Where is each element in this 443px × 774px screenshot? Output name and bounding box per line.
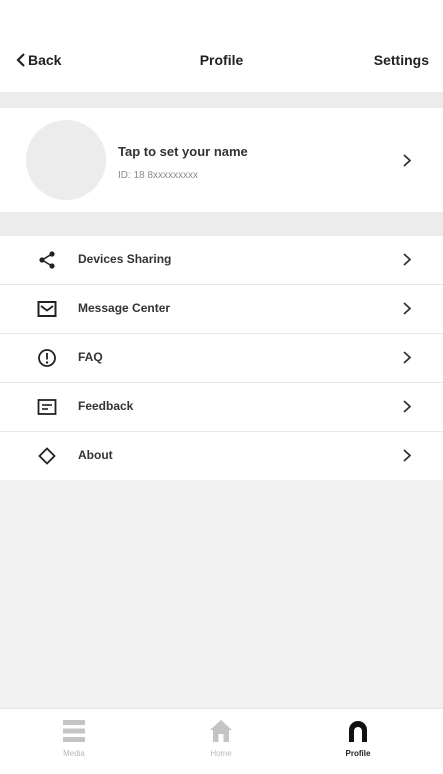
tab-media[interactable]: Media	[34, 717, 114, 758]
tab-bar: Media Home Profile	[0, 708, 443, 774]
profile-name-prompt: Tap to set your name	[118, 144, 248, 159]
profile-card[interactable]: Tap to set your name ID: 18 8xxxxxxxxx	[0, 108, 443, 212]
menu-item-label: FAQ	[78, 350, 103, 364]
tab-home[interactable]: Home	[181, 717, 261, 758]
menu-item-label: About	[78, 448, 113, 462]
chevron-right-icon	[403, 400, 411, 413]
avatar	[26, 120, 106, 200]
profile-id: ID: 18 8xxxxxxxxx	[118, 170, 199, 181]
tab-profile[interactable]: Profile	[318, 717, 398, 758]
menu-item-label: Devices Sharing	[78, 252, 172, 266]
settings-button[interactable]: Settings	[374, 52, 429, 68]
profile-icon	[349, 721, 367, 742]
menu-list: Devices Sharing Message Center FAQ Feedb…	[0, 236, 443, 480]
menu-item-faq[interactable]: FAQ	[0, 334, 443, 383]
header: Back Profile Settings	[0, 0, 443, 92]
menu-item-devices-sharing[interactable]: Devices Sharing	[0, 236, 443, 285]
chevron-right-icon	[403, 154, 411, 167]
share-icon	[39, 251, 55, 269]
home-icon	[210, 720, 232, 742]
chevron-right-icon	[403, 302, 411, 315]
message-icon	[37, 301, 57, 317]
tab-label: Home	[210, 749, 232, 758]
menu-item-message-center[interactable]: Message Center	[0, 285, 443, 334]
tab-label: Media	[63, 749, 85, 758]
section-divider	[0, 212, 443, 236]
media-icon	[63, 720, 85, 742]
chevron-right-icon	[403, 351, 411, 364]
chevron-right-icon	[403, 449, 411, 462]
menu-item-label: Message Center	[78, 301, 171, 315]
tab-label: Profile	[345, 749, 371, 758]
feedback-icon	[37, 399, 57, 415]
section-divider	[0, 92, 443, 108]
menu-item-about[interactable]: About	[0, 432, 443, 480]
about-icon	[38, 447, 56, 465]
menu-item-label: Feedback	[78, 399, 134, 413]
empty-background	[0, 480, 443, 708]
chevron-right-icon	[403, 253, 411, 266]
help-icon	[38, 349, 56, 367]
menu-item-feedback[interactable]: Feedback	[0, 383, 443, 432]
